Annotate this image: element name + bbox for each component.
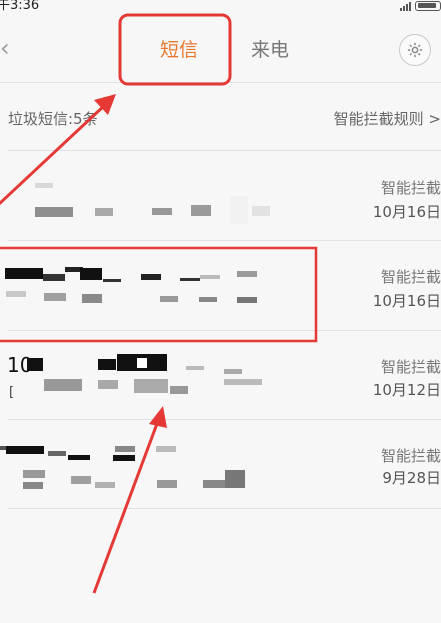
message-date: 9月28日 [382, 469, 441, 487]
message-date: 10月16日 [372, 203, 441, 221]
tab-calls[interactable]: 来电 [251, 39, 289, 61]
smart-block-rules-link[interactable]: 智能拦截规则 > [334, 108, 441, 129]
status-bar: 午3:36 [0, 0, 441, 14]
message-tag: 智能拦截 [380, 268, 441, 286]
list-item[interactable]: 智能拦截 10月16日 [0, 241, 441, 329]
message-bracket: [ [9, 385, 15, 400]
message-tag: 智能拦截 [380, 179, 441, 197]
list-item[interactable]: 智能拦截 10月16日 [0, 152, 441, 240]
battery-icon [415, 1, 441, 11]
spam-count: 垃圾短信:5条 [8, 110, 98, 128]
message-date: 10月16日 [372, 292, 441, 310]
spam-divider [8, 150, 441, 151]
item-divider [8, 508, 441, 509]
tab-sms[interactable]: 短信 [160, 39, 198, 61]
list-item[interactable]: 10 [ 智能拦截 10月12日 [0, 331, 441, 419]
message-date: 10月12日 [372, 381, 441, 399]
status-time: 午3:36 [0, 0, 40, 13]
message-tag: 智能拦截 [380, 447, 441, 465]
message-tag: 智能拦截 [380, 358, 441, 376]
header: ‹ 短信 来电 [0, 14, 441, 82]
gear-icon [407, 42, 423, 58]
signal-icon [400, 1, 411, 11]
settings-button[interactable] [399, 34, 431, 66]
status-indicators [400, 1, 441, 11]
back-icon[interactable]: ‹ [0, 36, 10, 60]
header-divider [0, 82, 441, 83]
spam-summary-row: 垃圾短信:5条 智能拦截规则 > [0, 100, 441, 132]
list-item[interactable]: 智能拦截 9月28日 [0, 420, 441, 508]
